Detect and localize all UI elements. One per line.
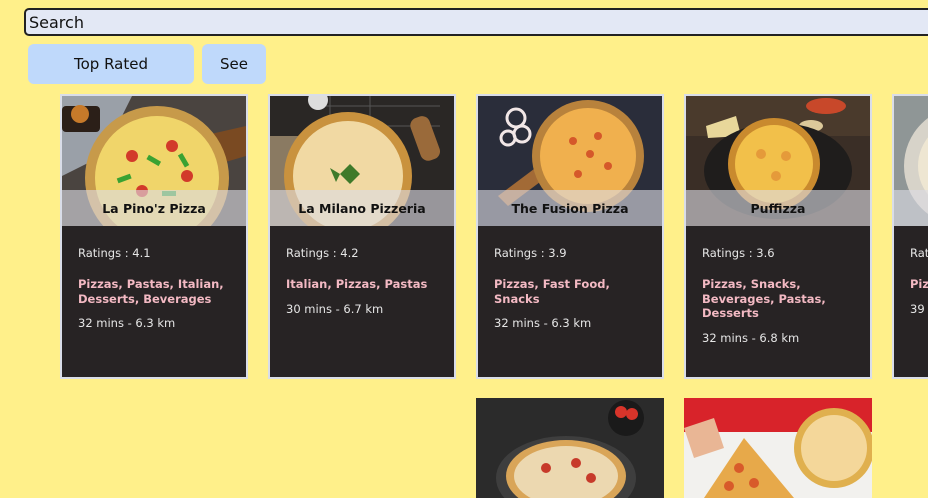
restaurant-delivery-info: 30 mins - 6.7 km (286, 301, 384, 316)
restaurant-card[interactable]: The Fusion Pizza Ratings : 3.9 Pizzas, F… (476, 94, 664, 379)
restaurant-name (894, 190, 928, 226)
restaurant-cuisines: Pizzas, Snacks, Beverages, Pastas, Desse… (702, 277, 826, 320)
top-rated-restaurant-button[interactable]: Top Rated Restaurant (28, 44, 194, 113)
restaurant-rating: Rat (910, 246, 928, 260)
restaurant-delivery-info: 39 m (910, 301, 928, 316)
restaurant-card[interactable]: Rat Pizz 39 m (892, 94, 928, 379)
restaurant-card[interactable]: La Pino'z Pizza Ratings : 4.1 Pizzas, Pa… (60, 94, 248, 379)
search-input[interactable] (24, 8, 928, 36)
restaurant-delivery-info: 32 mins - 6.8 km (702, 330, 800, 345)
restaurant-delivery-info: 32 mins - 6.3 km (494, 316, 592, 330)
restaurant-name: The Fusion Pizza (478, 190, 662, 226)
restaurant-card[interactable] (476, 398, 664, 498)
restaurant-rating: Ratings : 3.6 (702, 246, 775, 260)
restaurant-image (476, 398, 664, 498)
restaurant-rating: Ratings : 4.1 (78, 246, 151, 260)
restaurant-delivery-info: 32 mins - 6.3 km (78, 316, 176, 330)
see-all-button[interactable]: See All (202, 44, 266, 113)
restaurant-cuisines: Pizzas, Fast Food, Snacks (494, 277, 610, 306)
restaurant-card[interactable] (684, 398, 872, 498)
restaurant-cuisines: Pizzas, Pastas, Italian, Desserts, Bever… (78, 277, 224, 306)
restaurant-cuisines: Italian, Pizzas, Pastas (286, 277, 428, 291)
restaurant-card[interactable]: La Milano Pizzeria Ratings : 4.2 Italian… (268, 94, 456, 379)
restaurant-name: La Milano Pizzeria (270, 190, 454, 226)
restaurant-card[interactable]: Puffizza Ratings : 3.6 Pizzas, Snacks, B… (684, 94, 872, 379)
restaurant-rating: Ratings : 4.2 (286, 246, 359, 260)
restaurant-rating: Ratings : 3.9 (494, 246, 567, 260)
restaurant-name: La Pino'z Pizza (62, 190, 246, 226)
restaurant-image (684, 398, 872, 498)
restaurant-cuisines: Pizz (910, 277, 928, 291)
restaurant-name: Puffizza (686, 190, 870, 226)
